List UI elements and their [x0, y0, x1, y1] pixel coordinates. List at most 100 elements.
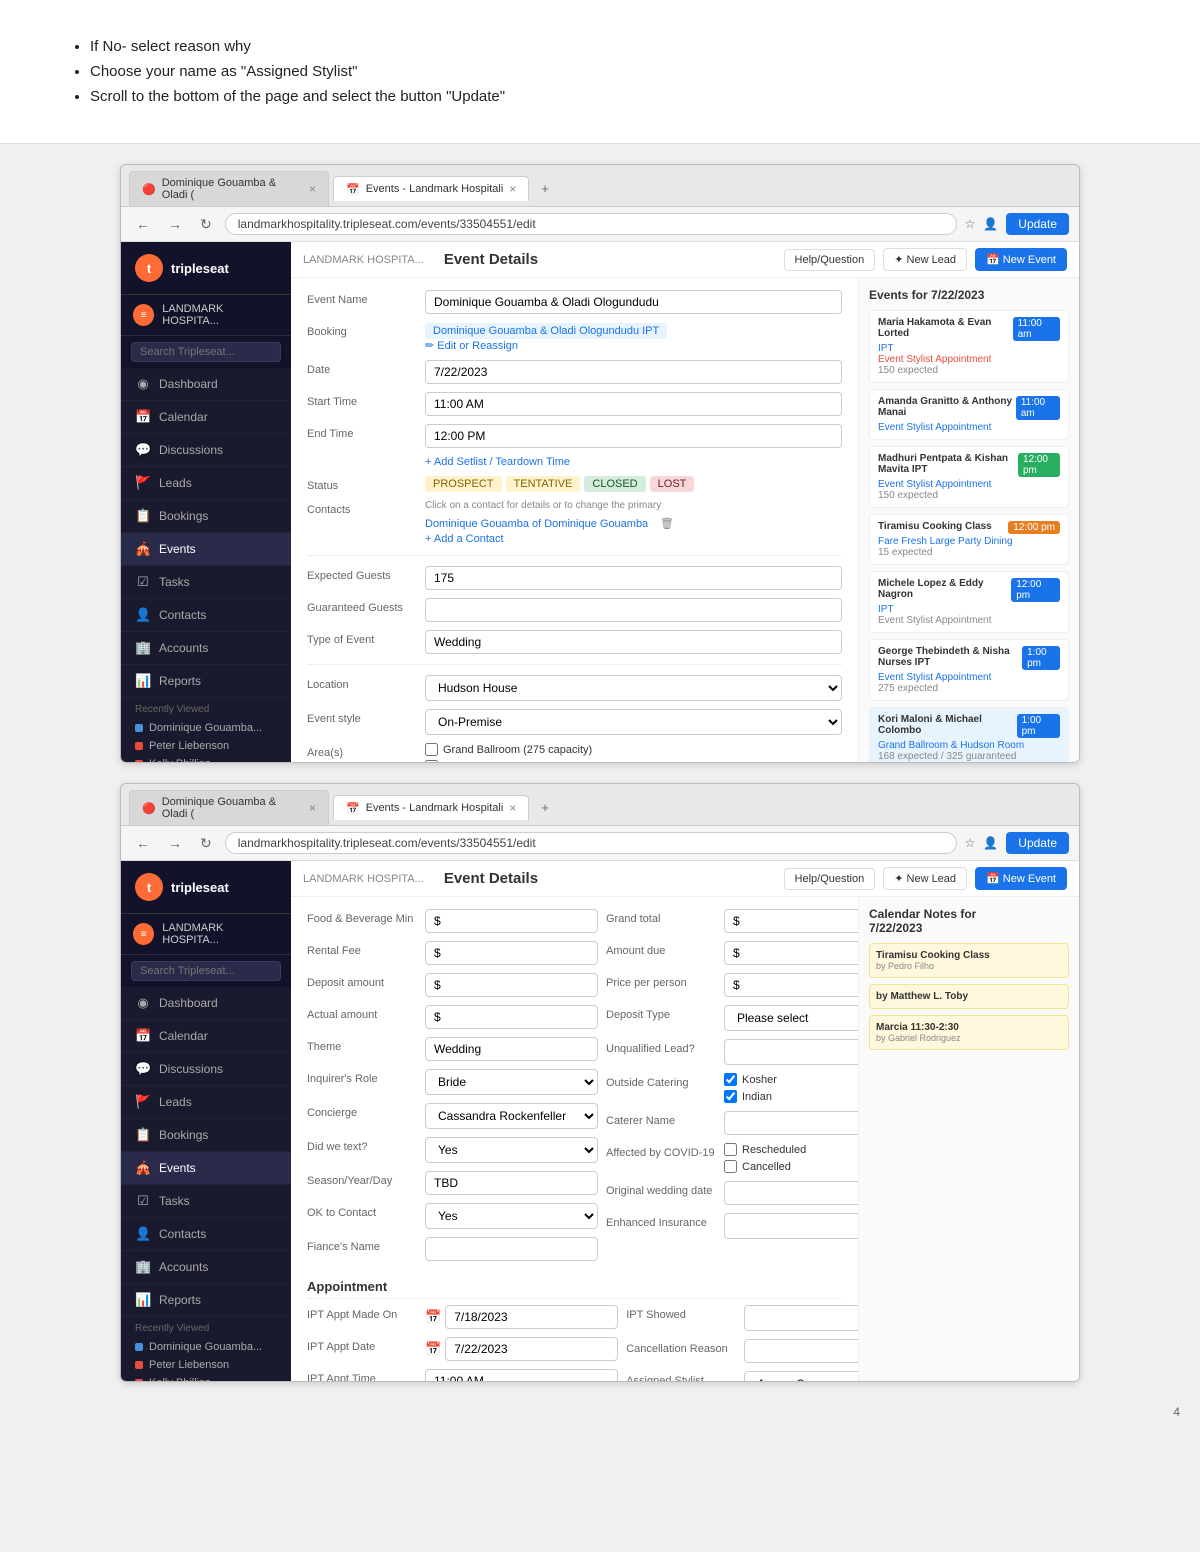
original-wedding-input[interactable]: [724, 1181, 859, 1205]
location-select[interactable]: Hudson House: [425, 675, 842, 701]
tab2-2-active[interactable]: 📅 Events - Landmark Hospitali ×: [333, 795, 529, 820]
enhanced-insurance-select[interactable]: [724, 1213, 859, 1239]
new-event-btn-2[interactable]: 📅 New Event: [975, 867, 1067, 890]
area-checkbox-0[interactable]: [425, 743, 438, 756]
event-card-0[interactable]: Maria Hakamota & Evan Lorted 11:00 am IP…: [869, 310, 1069, 383]
recent2-item-0[interactable]: Dominique Gouamba...: [135, 1338, 277, 1356]
event-style-select[interactable]: On-Premise: [425, 709, 842, 735]
add-setlist-link[interactable]: + Add Setlist / Teardown Time: [425, 456, 570, 468]
event-card-3[interactable]: Tiramisu Cooking Class 12:00 pm Fare Fre…: [869, 514, 1069, 565]
event-name-input[interactable]: [425, 290, 842, 314]
status-lost-badge[interactable]: LOST: [650, 476, 695, 492]
event-card-4[interactable]: Michele Lopez & Eddy Nagron 12:00 pm IPT…: [869, 571, 1069, 633]
sidebar2-tasks[interactable]: ☑ Tasks: [121, 1185, 291, 1218]
event-type-input[interactable]: [425, 630, 842, 654]
concierge-select[interactable]: Cassandra Rockenfeller: [425, 1103, 598, 1129]
event-card-1[interactable]: Amanda Granitto & Anthony Manai 11:00 am…: [869, 389, 1069, 440]
sidebar2-events[interactable]: 🎪 Events: [121, 1152, 291, 1185]
grand-total-input[interactable]: [724, 909, 859, 933]
back-btn[interactable]: ←: [131, 214, 155, 234]
status-tentative-badge[interactable]: TENTATIVE: [506, 476, 581, 492]
tab2-2-close[interactable]: ×: [509, 801, 516, 815]
assigned-stylist-select[interactable]: Aurora Serrano: [744, 1371, 859, 1381]
recent2-item-1[interactable]: Peter Liebenson: [135, 1356, 277, 1374]
area-checkbox-1[interactable]: [425, 760, 438, 762]
food-bev-input[interactable]: [425, 909, 598, 933]
update-btn-1[interactable]: Update: [1006, 213, 1069, 235]
recent-item-0[interactable]: Dominique Gouamba...: [135, 719, 277, 737]
reload-btn[interactable]: ↻: [195, 214, 217, 235]
sidebar-item-dashboard[interactable]: ◉ Dashboard: [121, 368, 291, 401]
sidebar-item-leads[interactable]: 🚩 Leads: [121, 467, 291, 500]
deposit-type-select[interactable]: Please select: [724, 1005, 859, 1031]
back-btn-2[interactable]: ←: [131, 833, 155, 853]
inquirers-role-select[interactable]: Bride: [425, 1069, 598, 1095]
help-question-btn[interactable]: Help/Question: [784, 249, 876, 271]
ipt-time-input[interactable]: [425, 1369, 618, 1381]
tab2-1-inactive[interactable]: 🔴 Dominique Gouamba & Oladi ( ×: [129, 790, 329, 825]
did-we-text-select[interactable]: Yes: [425, 1137, 598, 1163]
ipt-showed-select[interactable]: [744, 1305, 859, 1331]
actual-amount-input[interactable]: [425, 1005, 598, 1029]
amount-due-input[interactable]: [724, 941, 859, 965]
address-field[interactable]: landmarkhospitality.tripleseat.com/event…: [225, 213, 957, 235]
deposit-amount-input[interactable]: [425, 973, 598, 997]
fiances-name-input[interactable]: [425, 1237, 598, 1261]
sidebar-item-discussions[interactable]: 💬 Discussions: [121, 434, 291, 467]
rental-fee-input[interactable]: [425, 941, 598, 965]
unqualified-select[interactable]: [724, 1039, 859, 1065]
ipt-made-input[interactable]: [445, 1305, 618, 1329]
contact-trash-icon[interactable]: 🗑: [660, 518, 674, 530]
catering-kosher-cb[interactable]: [724, 1073, 737, 1086]
ipt-date-input[interactable]: [445, 1337, 618, 1361]
sidebar-item-events[interactable]: 🎪 Events: [121, 533, 291, 566]
new-event-btn[interactable]: 📅 New Event: [975, 248, 1067, 271]
ok-contact-select[interactable]: Yes: [425, 1203, 598, 1229]
new-lead-btn-2[interactable]: ✦ New Lead: [883, 867, 967, 890]
sidebar2-bookings[interactable]: 📋 Bookings: [121, 1119, 291, 1152]
new-tab-btn-2[interactable]: +: [533, 796, 557, 819]
sidebar-item-calendar[interactable]: 📅 Calendar: [121, 401, 291, 434]
search-input[interactable]: [131, 342, 281, 362]
caterer-name-input[interactable]: [724, 1111, 859, 1135]
guaranteed-guests-input[interactable]: [425, 598, 842, 622]
status-closed-badge[interactable]: CLOSED: [584, 476, 645, 492]
start-time-input[interactable]: [425, 392, 842, 416]
sidebar-item-reports[interactable]: 📊 Reports: [121, 665, 291, 698]
expected-guests-input[interactable]: [425, 566, 842, 590]
forward-btn-2[interactable]: →: [163, 833, 187, 853]
tab2-1-close[interactable]: ×: [309, 801, 316, 815]
tab-1-close[interactable]: ×: [309, 182, 316, 196]
end-time-input[interactable]: [425, 424, 842, 448]
address-field-2[interactable]: landmarkhospitality.tripleseat.com/event…: [225, 832, 957, 854]
sidebar2-accounts[interactable]: 🏢 Accounts: [121, 1251, 291, 1284]
search-input-2[interactable]: [131, 961, 281, 981]
sidebar-item-contacts[interactable]: 👤 Contacts: [121, 599, 291, 632]
new-lead-btn[interactable]: ✦ New Lead: [883, 248, 967, 271]
sidebar2-contacts[interactable]: 👤 Contacts: [121, 1218, 291, 1251]
sidebar2-calendar[interactable]: 📅 Calendar: [121, 1020, 291, 1053]
sidebar2-leads[interactable]: 🚩 Leads: [121, 1086, 291, 1119]
tab-1-inactive[interactable]: 🔴 Dominique Gouamba & Oladi ( ×: [129, 171, 329, 206]
recent-item-2[interactable]: Kelly Phillips: [135, 755, 277, 763]
cancellation-reason-input[interactable]: [744, 1339, 859, 1363]
recent-item-1[interactable]: Peter Liebenson: [135, 737, 277, 755]
tab-2-active[interactable]: 📅 Events - Landmark Hospitali ×: [333, 176, 529, 201]
update-btn-2[interactable]: Update: [1006, 832, 1069, 854]
help-btn-2[interactable]: Help/Question: [784, 868, 876, 890]
theme-input[interactable]: [425, 1037, 598, 1061]
season-input[interactable]: [425, 1171, 598, 1195]
sidebar2-dashboard[interactable]: ◉ Dashboard: [121, 987, 291, 1020]
sidebar2-discussions[interactable]: 💬 Discussions: [121, 1053, 291, 1086]
edit-reassign-link[interactable]: ✏ Edit or Reassign: [425, 340, 518, 352]
covid-cancelled-cb[interactable]: [724, 1160, 737, 1173]
contact-link[interactable]: Dominique Gouamba of Dominique Gouamba: [425, 518, 648, 530]
event-card-5[interactable]: George Thebindeth & Nisha Nurses IPT 1:0…: [869, 639, 1069, 701]
status-prospect-badge[interactable]: PROSPECT: [425, 476, 502, 492]
sidebar-item-accounts[interactable]: 🏢 Accounts: [121, 632, 291, 665]
new-tab-btn[interactable]: +: [533, 177, 557, 200]
forward-btn[interactable]: →: [163, 214, 187, 234]
catering-indian-cb[interactable]: [724, 1090, 737, 1103]
sidebar2-reports[interactable]: 📊 Reports: [121, 1284, 291, 1317]
sidebar-item-tasks[interactable]: ☑ Tasks: [121, 566, 291, 599]
